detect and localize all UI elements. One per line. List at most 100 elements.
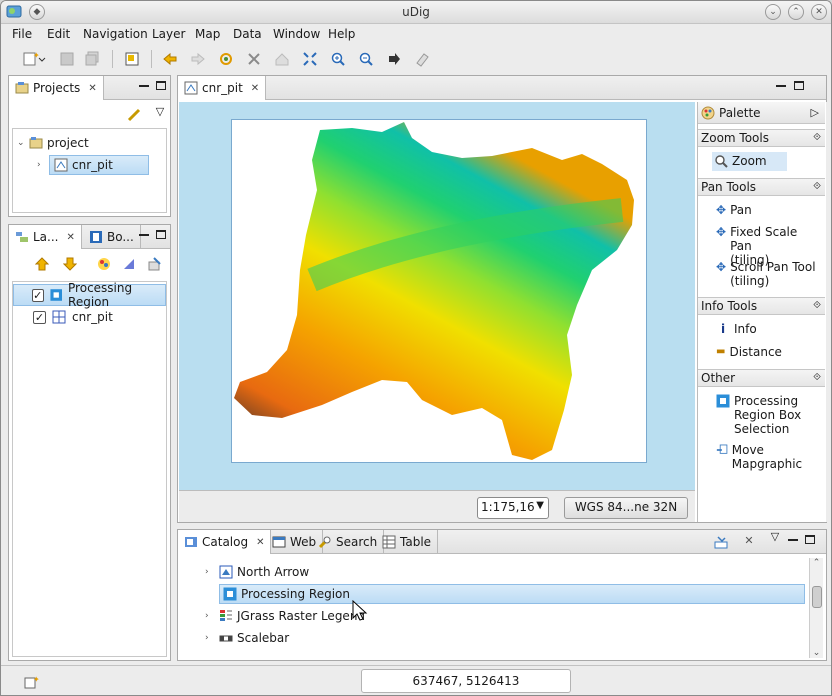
tool-scroll-pan[interactable]: ✥ Scroll Pan Tool (tiling) <box>716 260 821 288</box>
tab-projects[interactable]: Projects ✕ <box>9 76 104 100</box>
palette-section-zoom[interactable]: Zoom Tools ⟐ <box>698 129 825 147</box>
catalog-item-scalebar[interactable]: › Scalebar <box>205 628 806 648</box>
menu-window[interactable]: Window <box>273 27 320 41</box>
maximize-view-icon[interactable] <box>154 79 168 93</box>
menu-edit[interactable]: Edit <box>47 27 70 41</box>
tool-label: Info <box>734 322 757 336</box>
close-tab-icon[interactable]: ✕ <box>88 83 96 94</box>
collapse-palette-icon[interactable]: ▷ <box>811 106 819 119</box>
new-wizard-icon[interactable]: ✦ <box>21 49 49 69</box>
maximize-button[interactable]: ⌃ <box>788 4 804 20</box>
minimize-view-icon[interactable] <box>137 228 151 242</box>
layer-up-icon[interactable] <box>34 257 50 271</box>
next-arrow-icon[interactable] <box>384 49 404 69</box>
section-toggle-icon[interactable]: ⟐ <box>813 179 821 195</box>
maximize-view-icon[interactable] <box>803 533 817 547</box>
tab-bookmarks[interactable]: Bo... <box>83 225 141 249</box>
save-icon[interactable] <box>57 49 77 69</box>
remove-layer-icon[interactable] <box>148 257 162 271</box>
section-toggle-icon[interactable]: ⟐ <box>813 130 821 146</box>
palette-section-other[interactable]: Other ⟐ <box>698 369 825 387</box>
add-layer-icon[interactable] <box>122 257 136 271</box>
layer-row-cnr-pit[interactable]: ✓ cnr_pit <box>13 307 166 327</box>
map-canvas[interactable] <box>179 102 695 490</box>
scrollbar-thumb[interactable] <box>812 586 822 608</box>
style-icon[interactable] <box>97 257 111 271</box>
tool-zoom[interactable]: Zoom <box>712 152 787 171</box>
forward-arrow-icon[interactable] <box>188 49 208 69</box>
catalog-item-label: Processing Region <box>241 587 350 601</box>
menu-help[interactable]: Help <box>328 27 355 41</box>
web-icon <box>272 536 286 548</box>
project-folder-icon <box>29 137 43 149</box>
palette-section-pan[interactable]: Pan Tools ⟐ <box>698 178 825 196</box>
menu-layer[interactable]: Layer <box>152 27 185 41</box>
minimize-view-icon[interactable] <box>774 79 788 93</box>
palette-resize-handle[interactable] <box>826 102 831 522</box>
catalog-scrollbar[interactable]: ⌃ ⌄ <box>809 558 823 658</box>
catalog-tree: › North Arrow Processing Region › JGrass… <box>181 558 806 658</box>
scroll-up-icon[interactable]: ⌃ <box>810 558 823 568</box>
tab-search[interactable]: Search <box>312 530 385 554</box>
view-menu-icon[interactable]: ▽ <box>153 106 167 120</box>
tool-move-mapgraphic[interactable]: Move Mapgraphic <box>716 443 821 471</box>
catalog-item-processing-region[interactable]: Processing Region <box>219 584 805 604</box>
properties-icon[interactable] <box>122 49 142 69</box>
close-tab-icon[interactable]: ✕ <box>66 232 74 243</box>
palette-header[interactable]: Palette ▷ <box>698 102 825 124</box>
zoom-in-icon[interactable] <box>328 49 348 69</box>
menu-map[interactable]: Map <box>195 27 220 41</box>
tool-distance[interactable]: ▬ Distance <box>716 345 821 359</box>
view-menu-icon[interactable]: ▽ <box>768 531 782 545</box>
maximize-view-icon[interactable] <box>792 79 806 93</box>
tool-info[interactable]: i Info <box>716 322 821 336</box>
zoom-out-icon[interactable] <box>356 49 376 69</box>
elevation-raster <box>234 122 634 460</box>
fast-view-icon[interactable]: ✦ <box>23 674 39 690</box>
layer-down-icon[interactable] <box>62 257 78 271</box>
minimize-view-icon[interactable] <box>786 533 800 547</box>
layer-row-processing-region[interactable]: ✓ Processing Region <box>13 281 166 309</box>
maximize-view-icon[interactable] <box>154 228 168 242</box>
catalog-item-north-arrow[interactable]: › North Arrow <box>205 562 806 582</box>
tree-item-project-label: project <box>47 136 89 150</box>
palette-section-info[interactable]: Info Tools ⟐ <box>698 297 825 315</box>
tool-pan[interactable]: ✥ Pan <box>716 203 821 217</box>
tab-table[interactable]: Table <box>376 530 439 554</box>
layer-visibility-checkbox[interactable]: ✓ <box>33 310 46 324</box>
import-icon[interactable] <box>714 535 728 549</box>
tab-map-cnr-pit[interactable]: cnr_pit ✕ <box>178 76 267 100</box>
stop-icon[interactable] <box>244 49 264 69</box>
close-tab-icon[interactable]: ✕ <box>256 537 264 548</box>
minimize-button[interactable]: ⌄ <box>765 4 781 20</box>
tree-item-map[interactable]: › cnr_pit <box>37 155 157 175</box>
scroll-down-icon[interactable]: ⌄ <box>810 648 823 658</box>
tab-catalog[interactable]: Catalog ✕ <box>178 530 272 554</box>
save-all-icon[interactable] <box>83 49 103 69</box>
back-arrow-icon[interactable] <box>160 49 180 69</box>
scale-dropdown[interactable]: 1:175,16 ▼ <box>477 497 549 519</box>
section-toggle-icon[interactable]: ⟐ <box>813 298 821 314</box>
menu-navigation[interactable]: Navigation <box>83 27 148 41</box>
layers-icon <box>16 232 28 242</box>
layers-tab-bar: La... ✕ Bo... <box>9 225 170 249</box>
section-toggle-icon[interactable]: ⟐ <box>813 370 821 386</box>
layer-visibility-checkbox[interactable]: ✓ <box>31 288 44 302</box>
remove-icon[interactable]: ✕ <box>742 535 756 549</box>
home-icon[interactable] <box>272 49 292 69</box>
close-tab-icon[interactable]: ✕ <box>251 83 259 94</box>
link-icon[interactable] <box>127 108 141 122</box>
close-button[interactable]: ✕ <box>811 4 827 20</box>
tab-layers[interactable]: La... ✕ <box>9 225 82 249</box>
minimize-view-icon[interactable] <box>137 79 151 93</box>
tree-item-project[interactable]: ⌄ project <box>17 133 166 153</box>
menu-file[interactable]: File <box>12 27 32 41</box>
catalog-item-jgrass-raster-legend[interactable]: › JGrass Raster Legend <box>205 606 806 626</box>
eraser-icon[interactable] <box>412 49 432 69</box>
tool-processing-region-box-selection[interactable]: Processing Region Box Selection <box>716 394 821 436</box>
zoom-extent-icon[interactable] <box>300 49 320 69</box>
menu-data[interactable]: Data <box>233 27 262 41</box>
processing-region-icon <box>716 394 730 408</box>
refresh-icon[interactable] <box>216 49 236 69</box>
crs-button[interactable]: WGS 84...ne 32N <box>564 497 688 519</box>
